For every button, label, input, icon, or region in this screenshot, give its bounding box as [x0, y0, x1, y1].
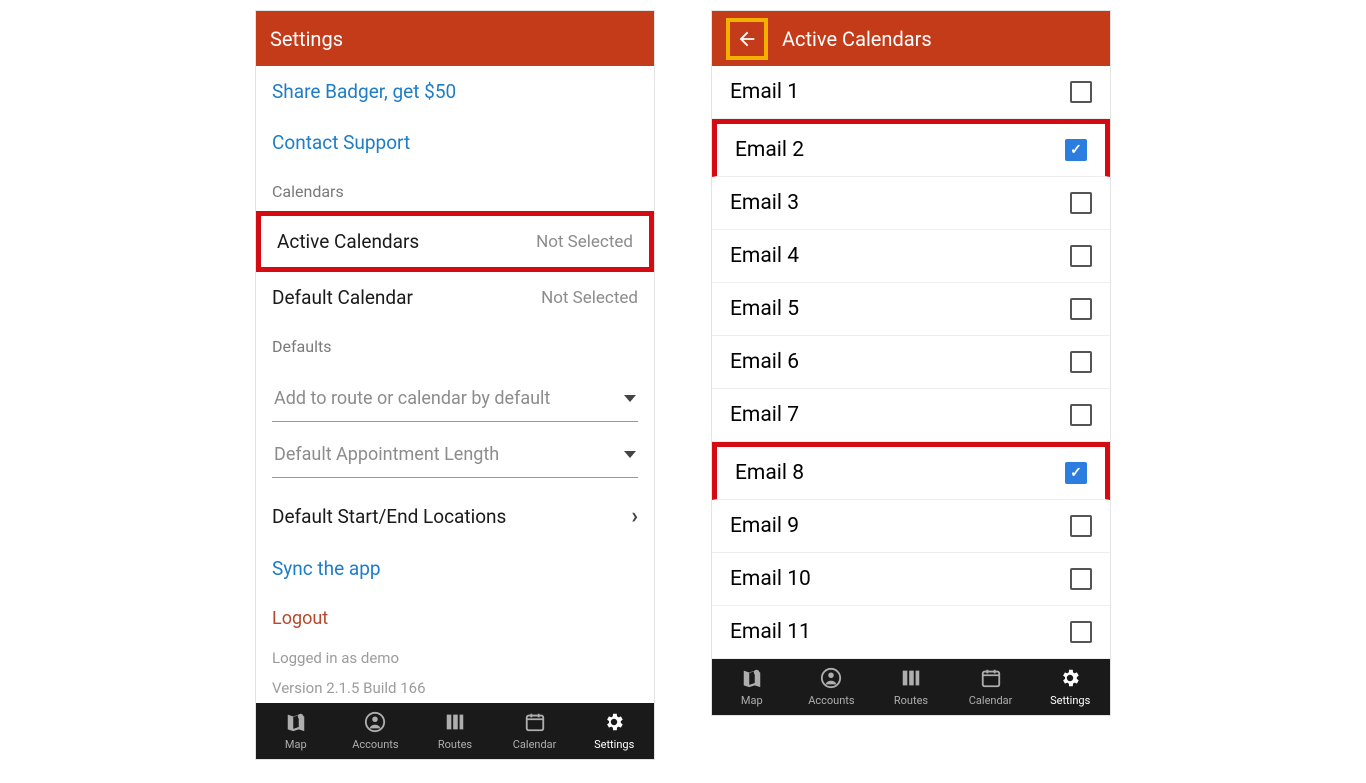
email-label: Email 3 [730, 191, 799, 215]
map-icon [741, 667, 763, 692]
email-checkbox[interactable] [1070, 81, 1092, 103]
appt-length-dropdown[interactable]: Default Appointment Length [272, 432, 638, 478]
add-default-label: Add to route or calendar by default [274, 388, 550, 409]
email-label: Email 8 [735, 461, 804, 485]
email-row[interactable]: Email 3 [712, 177, 1110, 230]
nav-label: Calendar [513, 738, 557, 751]
routes-icon [444, 711, 466, 736]
defaults-section-label: Defaults [256, 323, 654, 366]
email-checkbox[interactable] [1070, 568, 1092, 590]
email-row[interactable]: Email 2 [712, 119, 1110, 177]
share-link[interactable]: Share Badger, get $50 [256, 66, 654, 117]
email-row[interactable]: Email 7 [712, 389, 1110, 442]
email-checkbox[interactable] [1065, 139, 1087, 161]
email-label: Email 2 [735, 138, 804, 162]
email-row[interactable]: Email 6 [712, 336, 1110, 389]
logged-in-text: Logged in as demo [256, 643, 654, 673]
email-checkbox[interactable] [1070, 245, 1092, 267]
email-row[interactable]: Email 9 [712, 500, 1110, 553]
default-calendar-value: Not Selected [541, 288, 638, 308]
email-checkbox[interactable] [1070, 298, 1092, 320]
add-default-dropdown[interactable]: Add to route or calendar by default [272, 376, 638, 422]
accounts-icon [364, 711, 386, 736]
email-checkbox[interactable] [1070, 404, 1092, 426]
calendar-icon [524, 711, 546, 736]
email-row[interactable]: Email 8 [712, 442, 1110, 500]
nav-accounts[interactable]: Accounts [792, 667, 872, 707]
nav-label: Routes [894, 694, 928, 707]
default-locations-label: Default Start/End Locations [272, 505, 506, 528]
email-label: Email 9 [730, 514, 799, 538]
active-calendars-label: Active Calendars [277, 230, 419, 253]
active-calendars-row[interactable]: Active Calendars Not Selected [256, 211, 654, 272]
nav-label: Settings [594, 738, 634, 751]
active-calendars-titlebar: Active Calendars [712, 11, 1110, 66]
nav-label: Map [741, 694, 763, 707]
email-row[interactable]: Email 10 [712, 553, 1110, 606]
email-row[interactable]: Email 11 [712, 606, 1110, 659]
nav-calendar[interactable]: Calendar [951, 667, 1031, 707]
settings-screen: Settings Share Badger, get $50 Contact S… [255, 10, 655, 760]
sync-link[interactable]: Sync the app [256, 543, 654, 594]
default-locations-row[interactable]: Default Start/End Locations › [256, 490, 654, 543]
nav-settings[interactable]: Settings [574, 711, 654, 751]
nav-label: Settings [1050, 694, 1090, 707]
nav-label: Accounts [808, 694, 854, 707]
nav-routes[interactable]: Routes [415, 711, 495, 751]
email-row[interactable]: Email 5 [712, 283, 1110, 336]
nav-calendar[interactable]: Calendar [495, 711, 575, 751]
caret-down-icon [624, 451, 636, 458]
chevron-right-icon: › [631, 504, 638, 529]
map-icon [285, 711, 307, 736]
back-button[interactable] [726, 18, 768, 60]
settings-content: Share Badger, get $50 Contact Support Ca… [256, 66, 654, 703]
settings-icon [603, 711, 625, 736]
nav-settings[interactable]: Settings [1030, 667, 1110, 707]
active-calendars-screen: Active Calendars Email 1Email 2Email 3Em… [711, 10, 1111, 716]
calendar-icon [980, 667, 1002, 692]
nav-label: Map [285, 738, 307, 751]
caret-down-icon [624, 395, 636, 402]
nav-map[interactable]: Map [712, 667, 792, 707]
nav-label: Calendar [969, 694, 1013, 707]
arrow-left-icon [736, 28, 758, 50]
email-row[interactable]: Email 1 [712, 66, 1110, 119]
nav-label: Accounts [352, 738, 398, 751]
bottom-nav: Map Accounts Routes Calendar Settings [256, 703, 654, 759]
settings-title: Settings [270, 27, 343, 51]
email-label: Email 11 [730, 620, 811, 644]
nav-label: Routes [438, 738, 472, 751]
nav-map[interactable]: Map [256, 711, 336, 751]
nav-routes[interactable]: Routes [871, 667, 951, 707]
active-calendars-title: Active Calendars [782, 27, 932, 51]
email-label: Email 6 [730, 350, 799, 374]
email-list: Email 1 Email 2 Email 3 Email 4 Email 5 Email… [712, 66, 1110, 659]
logout-link[interactable]: Logout [256, 594, 654, 643]
email-checkbox[interactable] [1065, 462, 1087, 484]
active-calendars-value: Not Selected [536, 232, 633, 252]
routes-icon [900, 667, 922, 692]
appt-length-label: Default Appointment Length [274, 444, 499, 465]
email-label: Email 10 [730, 567, 811, 591]
email-label: Email 5 [730, 297, 799, 321]
contact-support-link[interactable]: Contact Support [256, 117, 654, 168]
default-calendar-row[interactable]: Default Calendar Not Selected [256, 272, 654, 323]
accounts-icon [820, 667, 842, 692]
settings-titlebar: Settings [256, 11, 654, 66]
version-text: Version 2.1.5 Build 166 [256, 673, 654, 703]
default-calendar-label: Default Calendar [272, 286, 413, 309]
email-checkbox[interactable] [1070, 621, 1092, 643]
email-checkbox[interactable] [1070, 192, 1092, 214]
email-label: Email 7 [730, 403, 799, 427]
settings-icon [1059, 667, 1081, 692]
email-checkbox[interactable] [1070, 515, 1092, 537]
bottom-nav: Map Accounts Routes Calendar Settings [712, 659, 1110, 715]
email-checkbox[interactable] [1070, 351, 1092, 373]
nav-accounts[interactable]: Accounts [336, 711, 416, 751]
email-row[interactable]: Email 4 [712, 230, 1110, 283]
email-label: Email 1 [730, 80, 799, 104]
email-label: Email 4 [730, 244, 799, 268]
calendars-section-label: Calendars [256, 168, 654, 211]
